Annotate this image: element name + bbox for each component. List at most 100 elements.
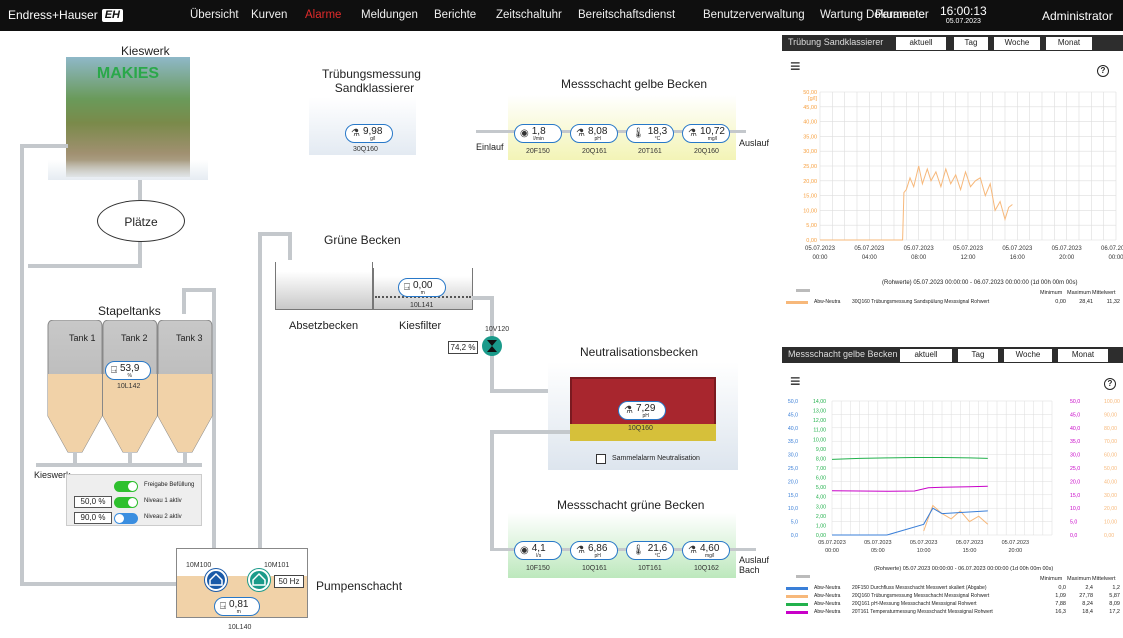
nav-berichte[interactable]: Berichte [434,9,476,21]
x-tick-label: 05.07.2023 [956,540,984,546]
help-icon[interactable]: ? [1097,65,1109,77]
flask-icon: ⚗ [576,128,585,139]
gelbe-pill-0[interactable]: ◉ 1,8 l/min [514,124,562,143]
gelbe-pill-3[interactable]: ⚗ 10,72 mg/l [682,124,730,143]
x-tick-label: 05.07.2023 [805,246,836,252]
unit: m [420,290,425,296]
unit: l/s [536,553,542,559]
valve-shape [487,340,497,352]
legend-name: 20Q160 Trübungsmessung Messschacht Messs… [852,593,990,599]
nav-uebersicht[interactable]: Übersicht [190,9,239,21]
legend-min: 16,3 [1055,609,1066,615]
nav-wartung[interactable]: Wartung [820,9,863,21]
x-tick-label: 15:00 [963,548,977,554]
unit: °C [654,553,661,559]
nav-kurven[interactable]: Kurven [251,9,287,21]
y-axis-label: [g/l] [808,96,817,102]
menu-icon[interactable]: ≡ [790,56,801,77]
alarm-checkbox[interactable] [596,454,606,464]
tab-tag[interactable]: Tag [958,349,998,362]
unit: pH [594,553,601,559]
chart2: 0,0 5,0 10,0 15,0 20,0 25,0 30,0 35,0 40,0 45,0 50… [788,399,1120,554]
unit: m [236,609,241,615]
valve-tag: 10V120 [485,326,510,333]
nav-bereitschaftsdienst[interactable]: Bereitschaftsdienst [578,9,675,21]
tab-woche[interactable]: Woche [1004,349,1052,362]
toggle-knob [115,514,124,523]
x-tick-label: 00:00 [825,548,839,554]
tab-monat[interactable]: Monat [1058,349,1108,362]
gruen-pill-3[interactable]: ⚗ 4,60 mg/l [682,541,730,560]
gruen-pill-2[interactable]: 🌡 21,6 °C [626,541,674,560]
y-tick-label: 30,0 [788,453,798,459]
chart1: 0,00 5,00 10,00 15,00 20,00 25,00 30,00 35,00 40… [803,90,1123,261]
y-tick-label: 40,0 [788,426,798,432]
kieswerk-title: Kieswerk [121,44,170,58]
y-tick-label: 10,00 [1104,520,1117,526]
y-tick-label: 12,00 [813,418,826,424]
chart1-header: Trübung Sandklassierer aktuell Tag Woche… [782,35,1123,51]
gelbe-pill-2[interactable]: 🌡 18,3 °C [626,124,674,143]
pill-content: 10,72 mg/l [700,125,725,142]
brand-name: Endress+Hauser [8,8,98,22]
legend-scroll-handle[interactable] [796,289,810,292]
legend-swatch [786,587,808,590]
stapel-pill[interactable]: ⍈ 53,9% [105,361,151,380]
y-tick-label: 20,00 [1104,506,1117,512]
truebung-pill[interactable]: ⚗ 9,98 g/l [345,124,393,143]
tab-monat[interactable]: Monat [1046,37,1092,50]
y-tick-label: 45,00 [803,105,817,111]
pump-level-pill[interactable]: ⍈ 0,81 m [214,597,260,616]
nav-benutzerverwaltung[interactable]: Benutzerverwaltung [703,9,805,21]
tab-woche[interactable]: Woche [994,37,1040,50]
y-tick-label: 25,00 [803,164,817,170]
x-tick-label: 12:00 [960,255,976,261]
gelbe-title: Messschacht gelbe Becken [561,77,708,91]
nav-zeitschaltuhr[interactable]: Zeitschaltuhr [496,9,562,21]
series-line-20q160 [923,504,989,532]
control-percent-1[interactable]: 50,0 % [74,496,112,508]
auslauf-line: Auslauf [739,555,770,565]
nav-dokumente[interactable]: Dokumente [866,9,925,21]
nav-alarme[interactable]: Alarme [305,9,341,21]
unit: °C [654,136,661,142]
gruene-becken-pill[interactable]: ⍈ 0,00 m [398,278,446,297]
tab-aktuell[interactable]: aktuell [896,37,946,50]
x-tick-label: 08:00 [911,255,927,261]
pill-content: 21,6 °C [648,542,667,559]
unit: mg/l [707,136,718,142]
user-menu[interactable]: Administrator [1042,9,1113,23]
tab-aktuell[interactable]: aktuell [900,349,952,362]
valve-icon[interactable] [482,336,502,356]
toggle-switch-2[interactable] [114,513,138,524]
nav-meldungen[interactable]: Meldungen [361,9,418,21]
legend-scroll-handle[interactable] [796,575,810,578]
pump2-icon[interactable] [248,569,270,591]
gruen-pill-1[interactable]: ⚗ 6,86 pH [570,541,618,560]
clock-time: 16:00:13 [940,4,987,18]
pipe [182,288,216,292]
legend-head-0: Minimum [1040,576,1063,582]
makies-logo: MAKIES [96,65,160,82]
x-tick-label: 05.07.2023 [1052,246,1083,252]
pump1-icon[interactable] [205,569,227,591]
x-tick-label: 05.07.2023 [953,246,984,252]
toggle-switch-1[interactable] [114,497,138,508]
gelbe-tag-2: 20T161 [638,148,662,155]
gruen-pill-0[interactable]: ◉ 4,1 l/s [514,541,562,560]
pipe [258,232,290,236]
truebung-title-1: Trübungsmessung [322,67,421,81]
thermometer-icon: 🌡 [632,128,645,139]
gelbe-pill-1[interactable]: ⚗ 8,08 pH [570,124,618,143]
y-tick-label: 30,00 [803,149,817,155]
help-icon[interactable]: ? [1104,378,1116,390]
neutral-pill[interactable]: ⚗ 7,29 pH [618,401,666,420]
menu-icon[interactable]: ≡ [790,371,801,392]
control-percent-2[interactable]: 90,0 % [74,512,112,524]
tab-tag[interactable]: Tag [954,37,988,50]
toggle-switch-0[interactable] [114,481,138,492]
unit: pH [594,136,601,142]
alarm-label: Sammelalarm Neutralisation [612,455,700,462]
series-line-20q161 [831,457,988,460]
legend-swatch [786,611,808,614]
